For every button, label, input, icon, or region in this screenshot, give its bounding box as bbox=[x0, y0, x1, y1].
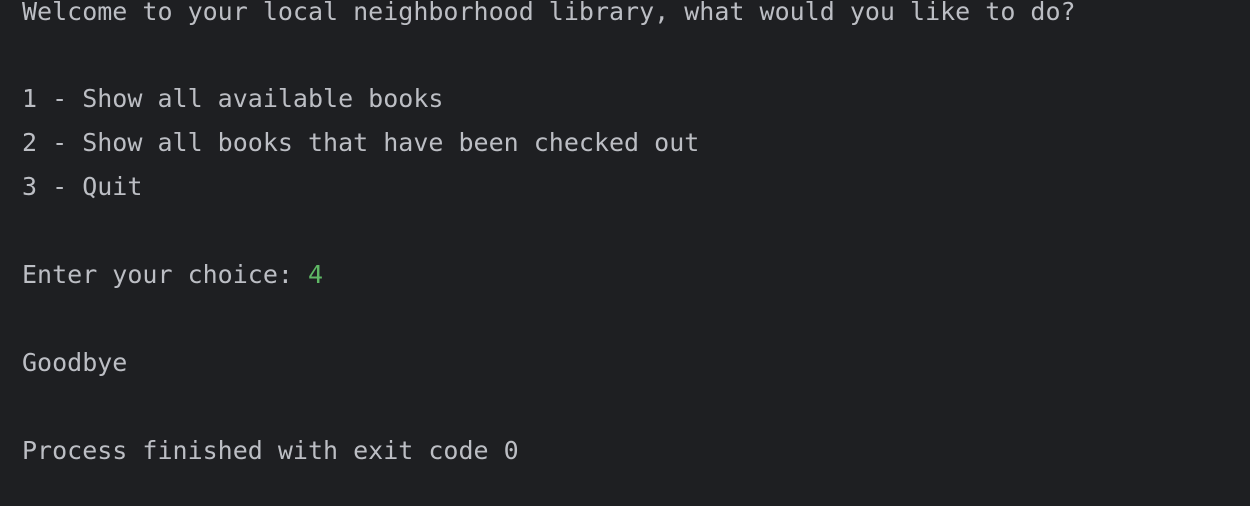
console-output: Welcome to your local neighborhood libra… bbox=[0, 0, 1250, 506]
user-input-value: 4 bbox=[307, 260, 324, 289]
menu-option-3: 3 - Quit bbox=[22, 172, 143, 201]
goodbye-message: Goodbye bbox=[22, 348, 128, 377]
choice-prompt: Enter your choice: bbox=[22, 260, 308, 289]
menu-option-1: 1 - Show all available books bbox=[22, 84, 444, 113]
welcome-message: Welcome to your local neighborhood libra… bbox=[22, 0, 1076, 26]
menu-option-2: 2 - Show all books that have been checke… bbox=[22, 128, 700, 157]
choice-prompt-line: Enter your choice: 4 bbox=[22, 260, 323, 290]
exit-message: Process finished with exit code 0 bbox=[22, 436, 519, 465]
